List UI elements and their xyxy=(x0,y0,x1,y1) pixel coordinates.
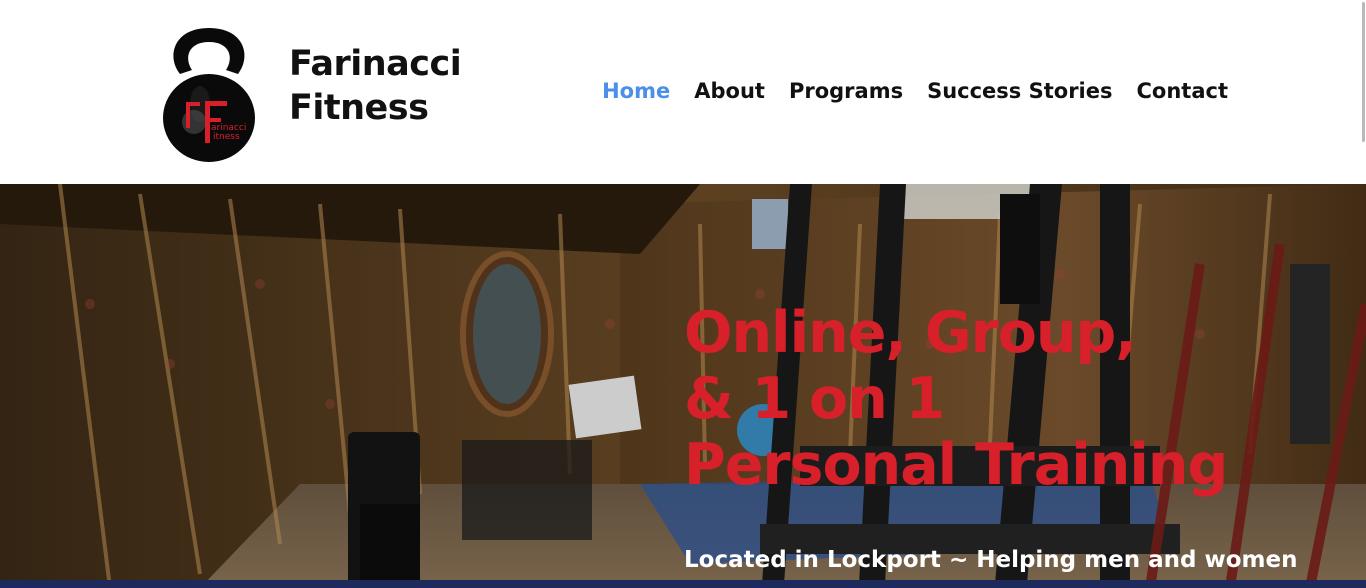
brand-line-2: Fitness xyxy=(289,88,429,128)
brand-name[interactable]: Farinacci Fitness xyxy=(289,42,462,130)
scrollbar-thumb[interactable] xyxy=(1362,2,1365,142)
hero-title-line-2: & 1 on 1 xyxy=(684,366,945,432)
nav-programs[interactable]: Programs xyxy=(789,74,903,108)
hero-section: Online, Group, & 1 on 1 Personal Trainin… xyxy=(0,184,1366,588)
footer-bar xyxy=(0,580,1366,588)
hero-title-line-1: Online, Group, xyxy=(684,300,1137,366)
site-header: arinacci itness Farinacci Fitness Home A… xyxy=(0,0,1366,184)
hero-subtitle: Located in Lockport ~ Helping men and wo… xyxy=(684,547,1298,573)
nav-success-stories[interactable]: Success Stories xyxy=(927,74,1112,108)
nav-about[interactable]: About xyxy=(694,74,765,108)
brand-line-1: Farinacci xyxy=(289,44,462,84)
hero-title: Online, Group, & 1 on 1 Personal Trainin… xyxy=(684,300,1228,498)
scrollbar[interactable] xyxy=(1360,0,1366,184)
hero-title-line-3: Personal Training xyxy=(684,432,1228,498)
main-nav: Home About Programs Success Stories Cont… xyxy=(602,74,1228,108)
nav-contact[interactable]: Contact xyxy=(1137,74,1229,108)
kettlebell-logo[interactable]: arinacci itness xyxy=(160,24,258,164)
nav-home[interactable]: Home xyxy=(602,74,670,108)
logo-text-bottom: itness xyxy=(213,132,240,142)
